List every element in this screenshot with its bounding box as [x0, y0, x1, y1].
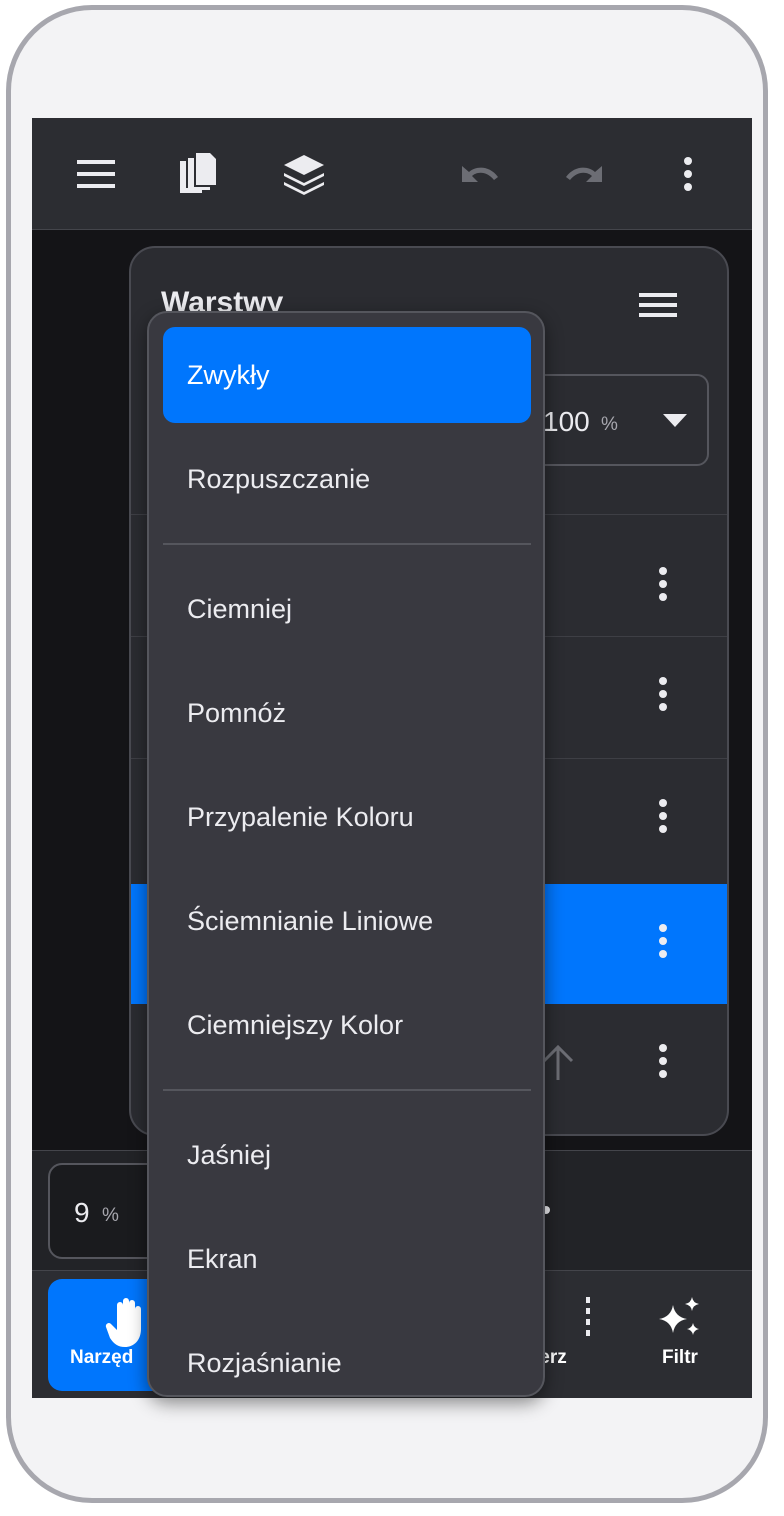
sparkle-icon	[659, 1297, 699, 1335]
more-vertical-icon	[651, 677, 675, 711]
blend-mode-item[interactable]: Przypalenie Koloru	[163, 769, 531, 865]
brush-size-value: 9	[74, 1197, 90, 1228]
undo-icon	[462, 166, 498, 182]
more-options-button[interactable]	[660, 146, 716, 202]
opacity-unit: %	[601, 414, 618, 435]
menu-divider	[163, 543, 531, 545]
more-vertical-icon	[651, 567, 675, 601]
pages-button[interactable]	[170, 146, 226, 202]
layer-options-button[interactable]	[651, 677, 675, 717]
blend-mode-item[interactable]: Zwykły	[163, 327, 531, 423]
more-vertical-icon	[651, 924, 675, 958]
caret-down-icon	[663, 414, 687, 427]
blend-mode-item[interactable]: Jaśniej	[163, 1107, 531, 1203]
blend-mode-item[interactable]: Pomnóż	[163, 665, 531, 761]
more-vertical-icon	[651, 1044, 675, 1078]
layers-icon	[284, 155, 324, 195]
menu-divider	[163, 1089, 531, 1091]
blend-mode-item[interactable]: Ciemniejszy Kolor	[163, 977, 531, 1073]
layer-options-button[interactable]	[651, 799, 675, 839]
blend-mode-item[interactable]: Rozjaśnianie	[163, 1315, 531, 1395]
blend-mode-item[interactable]: Ciemniej	[163, 561, 531, 657]
brush-size-unit: %	[102, 1205, 119, 1226]
redo-button[interactable]	[556, 146, 612, 202]
layer-options-button[interactable]	[651, 1044, 675, 1084]
undo-button[interactable]	[452, 146, 508, 202]
hand-icon	[105, 1298, 141, 1347]
opacity-value: 100	[543, 406, 590, 437]
blend-mode-item[interactable]: Rozpuszczanie	[163, 431, 531, 527]
layer-opacity-select[interactable]: 100 %	[527, 374, 709, 466]
hamburger-icon	[639, 293, 677, 317]
hamburger-menu-button[interactable]	[68, 146, 124, 202]
blend-mode-item[interactable]: Ściemnianie Liniowe	[163, 873, 531, 969]
blend-mode-menu: Zwykły Rozpuszczanie Ciemniej Pomnóż Prz…	[147, 311, 545, 1397]
hamburger-icon	[77, 160, 115, 188]
layer-options-button[interactable]	[651, 924, 675, 964]
layers-panel-menu-button[interactable]	[639, 292, 683, 326]
blend-mode-item[interactable]: Ekran	[163, 1211, 531, 1307]
top-toolbar	[32, 118, 752, 230]
nav-filter-label: Filtr	[662, 1347, 698, 1368]
layer-options-button[interactable]	[651, 567, 675, 607]
selection-icon	[586, 1297, 590, 1337]
pages-icon	[180, 153, 216, 193]
redo-icon	[566, 166, 602, 182]
nav-filter[interactable]: Filtr	[624, 1279, 736, 1391]
more-vertical-icon	[684, 157, 692, 191]
more-vertical-icon	[651, 799, 675, 833]
layers-button[interactable]	[276, 146, 332, 202]
arrow-up-icon[interactable]	[541, 1044, 575, 1082]
